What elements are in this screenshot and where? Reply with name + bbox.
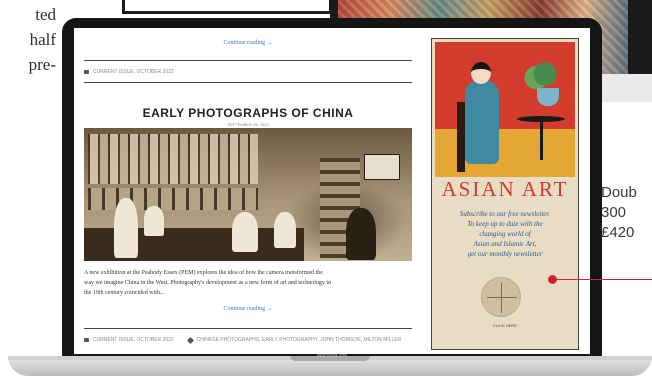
post-photo[interactable] [84,128,412,261]
laptop-base [8,356,652,376]
ad-text-line: To keep up to date with the [467,220,543,228]
divider [84,82,412,83]
ad-text: Subscribe to our free newsletter. To kee… [432,209,578,259]
callout-dot [548,275,557,284]
asian-art-ad[interactable]: ASIAN ART Subscribe to our free newslett… [431,38,579,350]
post-title[interactable]: EARLY PHOTOGRAPHS OF CHINA [84,106,412,120]
continue-reading-link[interactable]: Continue reading → [84,306,412,312]
photo-shelves [88,134,258,184]
photo-shelves-lower [88,188,258,210]
photo-signboard [364,154,400,180]
excerpt-line: the 19th century coincided with... [84,290,165,296]
page-text-line: 300 [601,204,627,221]
click-here-button[interactable]: CLICK HERE [432,323,578,328]
divider [84,60,412,61]
tag-icon [186,336,194,344]
post-excerpt: A new exhibition at the Peabody Essex (P… [84,268,414,298]
background-device-frame [122,0,332,14]
ad-text-line: get our monthly newsletter [467,250,543,258]
post-meta-category[interactable]: CURRENT ISSUE, OCTOBER 2022 [84,69,174,75]
photo-figure [346,208,376,260]
folder-icon [84,338,89,342]
excerpt-line: A new exhibition at the Peabody Essex (P… [84,270,323,276]
ad-illustration [435,42,575,177]
page-text-line: Doub [601,184,637,201]
callout-line [552,279,652,280]
ad-text-line: Subscribe to our free newsletter. [459,210,551,218]
tags-link[interactable]: CHINESE PHOTOGRAPHS, EARLY PHOTOGRAPHY, … [197,337,402,343]
laptop-screen: Continue reading → CURRENT ISSUE, OCTOBE… [74,28,590,354]
category-link[interactable]: CURRENT ISSUE, OCTOBER 2022 [93,337,174,343]
category-link[interactable]: CURRENT ISSUE, OCTOBER 2022 [93,69,174,75]
page-text-line: ted [35,5,56,24]
ad-text-line: changing world of [479,230,531,238]
photo-figure [232,212,258,252]
ad-title: ASIAN ART [441,177,569,201]
page-text-left: ted half pre- [0,2,58,77]
photo-figure [274,212,296,248]
photo-figure [144,206,164,236]
continue-reading-link[interactable]: Continue reading → [84,40,412,46]
post-meta-bottom: CURRENT ISSUE, OCTOBER 2022 CHINESE PHOT… [84,336,402,344]
page-text-line: pre- [28,55,56,74]
ad-text-line: Asian and Islamic Art, [473,240,537,248]
page-text-right: Doub 300 £420 [601,183,637,243]
divider [84,328,412,329]
excerpt-line: way we imagine China in the West. Photog… [84,280,332,286]
post-date: SEPTEMBER 28, 2022 [227,122,269,127]
folder-icon [84,70,89,74]
photo-figure [114,198,138,258]
page-text-line: £420 [601,224,635,241]
blog-main-column: Continue reading → CURRENT ISSUE, OCTOBE… [84,28,412,354]
crosshair-icon[interactable] [481,277,521,317]
page-text-line: half [29,30,56,49]
